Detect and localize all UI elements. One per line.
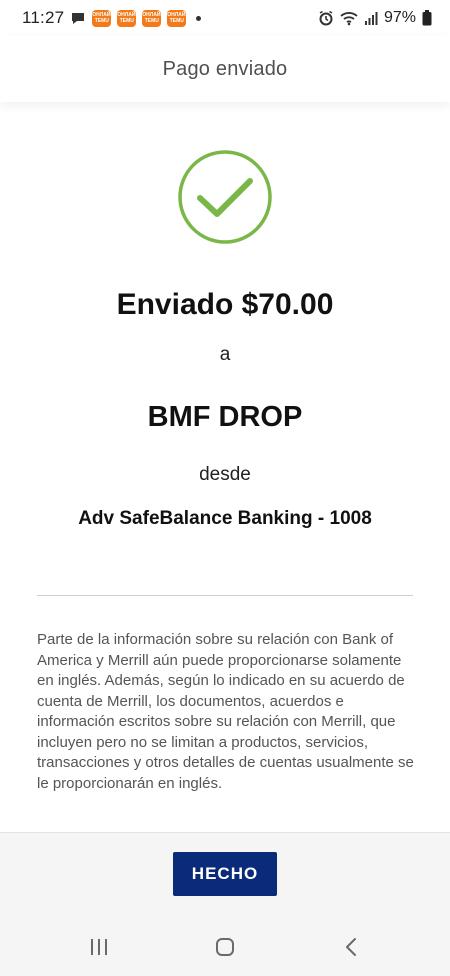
temu-notification-icon: ОНЛАЙН ТЕМU bbox=[142, 9, 164, 27]
wifi-icon bbox=[340, 10, 358, 26]
status-left: 11:27 ОНЛАЙН ТЕМU ОНЛАЙН ТЕМU ОНЛАЙН ТЕМU О… bbox=[22, 8, 202, 28]
system-nav-bar bbox=[0, 918, 450, 976]
sent-amount: Enviado $70.00 bbox=[116, 288, 334, 321]
battery-icon bbox=[422, 10, 432, 26]
recipient-name: BMF DROP bbox=[147, 401, 303, 433]
alarm-icon bbox=[318, 10, 334, 26]
status-time: 11:27 bbox=[22, 8, 65, 27]
temu-notification-icon: ОНЛАЙН ТЕМU bbox=[92, 9, 114, 27]
home-icon[interactable] bbox=[215, 937, 235, 962]
more-notifications-dot-icon bbox=[196, 15, 202, 21]
header: Pago enviado bbox=[0, 36, 450, 102]
done-button[interactable]: HECHO bbox=[173, 852, 277, 896]
footer: HECHO bbox=[0, 832, 450, 918]
success-check-icon bbox=[176, 148, 274, 246]
confirmation-content: Enviado $70.00 a BMF DROP desde Adv Safe… bbox=[0, 102, 450, 832]
divider bbox=[37, 595, 413, 596]
signal-icon bbox=[364, 11, 378, 25]
to-label: a bbox=[219, 344, 231, 365]
source-account: Adv SafeBalance Banking - 1008 bbox=[78, 508, 372, 529]
recent-apps-icon[interactable] bbox=[88, 937, 110, 962]
chat-notification-icon bbox=[70, 10, 86, 26]
back-icon[interactable] bbox=[343, 937, 359, 962]
battery-percentage: 97% bbox=[383, 9, 416, 26]
status-right: 97% bbox=[318, 9, 432, 27]
language-disclaimer: Parte de la información sobre su relació… bbox=[37, 631, 414, 792]
from-label: desde bbox=[199, 464, 251, 485]
page-title: Pago enviado bbox=[162, 57, 288, 80]
temu-notification-icon: ОНЛАЙН ТЕМU bbox=[167, 9, 189, 27]
status-bar: 11:27 ОНЛАЙН ТЕМU ОНЛАЙН ТЕМU ОНЛАЙН ТЕМU О… bbox=[0, 0, 450, 36]
temu-notification-icon: ОНЛАЙН ТЕМU bbox=[117, 9, 139, 27]
